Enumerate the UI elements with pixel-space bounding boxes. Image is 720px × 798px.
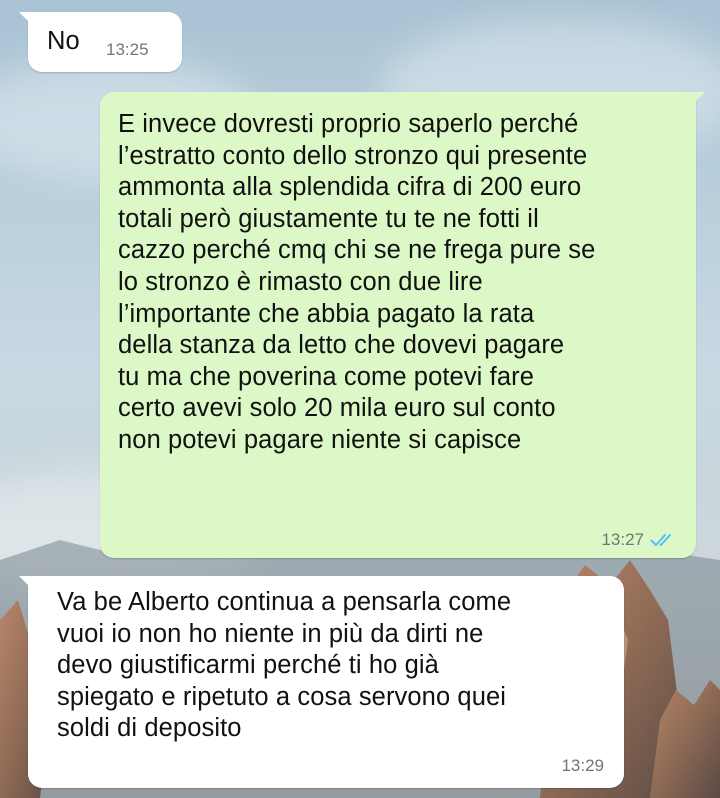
message-meta: 13:27 [601,530,676,550]
message-time: 13:27 [601,530,644,549]
bubble-tail [19,576,31,588]
incoming-message-bubble[interactable]: No 13:25 [19,12,182,72]
message-time: 13:25 [106,40,149,59]
message-text: No [47,27,80,55]
message-meta: 13:29 [561,756,604,776]
message-text: E invece dovresti proprio saperlo perché… [118,110,596,454]
incoming-message-bubble[interactable]: Va be Alberto continua a pensarla come v… [19,576,624,788]
message-time: 13:29 [561,756,604,775]
message-meta: 13:25 [106,40,149,60]
bubble-tail [19,12,31,24]
message-text: Va be Alberto continua a pensarla come v… [57,588,512,743]
bubble-tail [693,92,705,104]
double-check-read-icon [650,532,676,548]
outgoing-message-bubble[interactable]: E invece dovresti proprio saperlo perché… [100,92,705,558]
